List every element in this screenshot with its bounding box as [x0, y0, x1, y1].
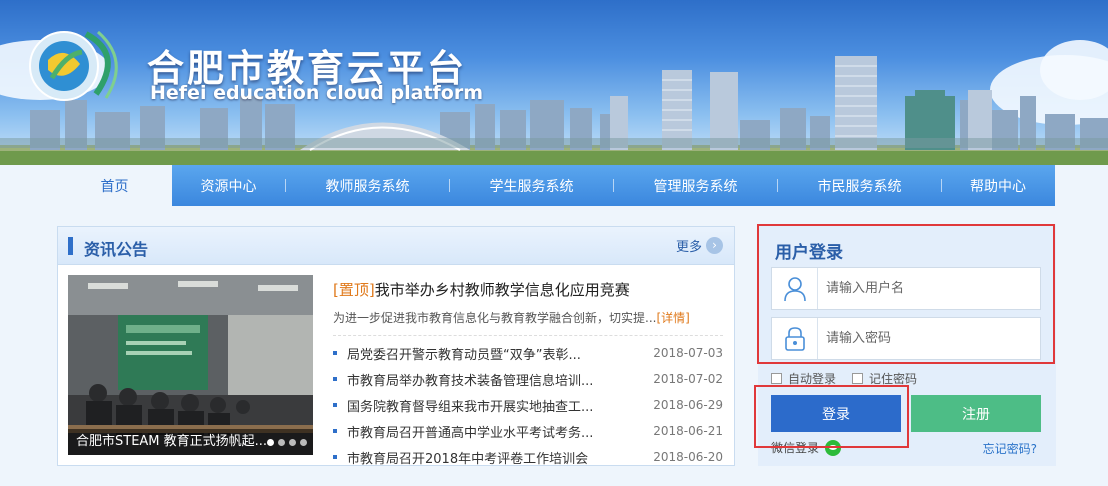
auto-login-checkbox[interactable]: 自动登录 [771, 370, 836, 387]
news-item-title[interactable]: 局党委召开警示教育动员暨“双争”表彰... [347, 344, 617, 363]
wechat-login-label[interactable]: 微信登录 [771, 439, 819, 456]
remember-password-label: 记住密码 [869, 372, 918, 386]
nav-item-student-services[interactable]: 学生服务系统 [450, 165, 613, 206]
checkbox-box[interactable] [771, 373, 782, 384]
news-item-date: 2018-06-20 [653, 450, 723, 464]
headline-text[interactable]: 我市举办乡村教师教学信息化应用竞赛 [375, 281, 630, 299]
carousel-dot[interactable] [278, 439, 285, 446]
wechat-login-link[interactable]: 微信登录 [771, 439, 842, 456]
nav-item-home[interactable]: 首页 [57, 165, 172, 206]
news-item-date: 2018-07-03 [653, 346, 723, 360]
more-link[interactable]: 更多 [676, 236, 702, 255]
remember-password-checkbox[interactable]: 记住密码 [852, 370, 917, 387]
header-accent-bar [68, 237, 73, 255]
bullet-icon [333, 455, 337, 459]
login-title: 用户登录 [775, 243, 843, 263]
bullet-icon [333, 351, 337, 355]
news-carousel[interactable]: 合肥市STEAM 教育正式扬帆起... [68, 275, 313, 455]
login-panel: 用户登录 自动登录 记住密码 登录 注册 微信登录 忘记密码? [758, 224, 1056, 466]
chevron-right-icon[interactable]: › [706, 237, 723, 254]
carousel-dot[interactable] [300, 439, 307, 446]
news-header: 资讯公告 更多 › [58, 227, 734, 265]
register-button[interactable]: 注册 [911, 395, 1041, 432]
main-nav: 首页 资源中心 教师服务系统 学生服务系统 管理服务系统 市民服务系统 帮助中心 [57, 165, 1055, 206]
carousel-dots [267, 439, 307, 446]
site-subtitle: Hefei education cloud platform [150, 82, 484, 104]
summary-text: 为进一步促进我市教育信息化与教育教学融合创新，切实提... [333, 311, 657, 325]
user-icon [772, 268, 818, 309]
news-item-title[interactable]: 国务院教育督导组来我市开展实地抽查工... [347, 396, 617, 415]
wechat-icon[interactable] [825, 439, 842, 456]
nav-item-teacher-services[interactable]: 教师服务系统 [286, 165, 449, 206]
list-item[interactable]: 市教育局召开2018年中考评卷工作培训会 2018-06-20 [333, 444, 723, 470]
news-list: 局党委召开警示教育动员暨“双争”表彰... 2018-07-03 市教育局举办教育… [333, 335, 723, 470]
news-panel: 资讯公告 更多 › 合肥市STEAM 教育正式扬帆起... [置顶]我市举办乡村… [57, 226, 735, 467]
news-item-title[interactable]: 市教育局召开2018年中考评卷工作培训会 [347, 448, 617, 467]
checkbox-box[interactable] [852, 373, 864, 384]
list-item[interactable]: 市教育局举办教育技术装备管理信息培训... 2018-07-02 [333, 366, 723, 392]
login-options: 自动登录 记住密码 [771, 370, 917, 387]
news-item-date: 2018-07-02 [653, 372, 723, 386]
bullet-icon [333, 403, 337, 407]
auto-login-label: 自动登录 [788, 372, 837, 386]
header-banner: 合肥市教育云平台 Hefei education cloud platform [0, 0, 1108, 165]
bullet-icon [333, 429, 337, 433]
username-input[interactable] [818, 269, 1040, 308]
featured-headline[interactable]: [置顶]我市举办乡村教师教学信息化应用竞赛 [333, 279, 630, 300]
nav-item-citizen-services[interactable]: 市民服务系统 [778, 165, 941, 206]
list-item[interactable]: 国务院教育督导组来我市开展实地抽查工... 2018-06-29 [333, 392, 723, 418]
featured-summary: 为进一步促进我市教育信息化与教育教学融合创新，切实提...[详情] [333, 309, 690, 326]
username-field[interactable] [771, 267, 1041, 310]
carousel-dot[interactable] [289, 439, 296, 446]
news-item-date: 2018-06-21 [653, 424, 723, 438]
detail-link[interactable]: [详情] [656, 311, 689, 325]
list-item[interactable]: 局党委召开警示教育动员暨“双争”表彰... 2018-07-03 [333, 340, 723, 366]
password-input[interactable] [818, 319, 1040, 358]
conference-photo [68, 275, 313, 455]
platform-logo [29, 30, 118, 101]
nav-item-management-services[interactable]: 管理服务系统 [614, 165, 777, 206]
news-section-title: 资讯公告 [84, 240, 149, 259]
news-item-title[interactable]: 市教育局举办教育技术装备管理信息培训... [347, 370, 617, 389]
bullet-icon [333, 377, 337, 381]
news-item-title[interactable]: 市教育局召开普通高中学业水平考试考务... [347, 422, 617, 441]
nav-item-help-center[interactable]: 帮助中心 [942, 165, 1054, 206]
pinned-tag: [置顶] [333, 281, 375, 299]
password-field[interactable] [771, 317, 1041, 360]
nav-item-resources[interactable]: 资源中心 [172, 165, 285, 206]
login-button[interactable]: 登录 [771, 395, 901, 432]
news-item-date: 2018-06-29 [653, 398, 723, 412]
list-item[interactable]: 市教育局召开普通高中学业水平考试考务... 2018-06-21 [333, 418, 723, 444]
forgot-password-link[interactable]: 忘记密码? [983, 440, 1037, 457]
lock-icon [772, 318, 818, 359]
carousel-dot[interactable] [267, 439, 274, 446]
